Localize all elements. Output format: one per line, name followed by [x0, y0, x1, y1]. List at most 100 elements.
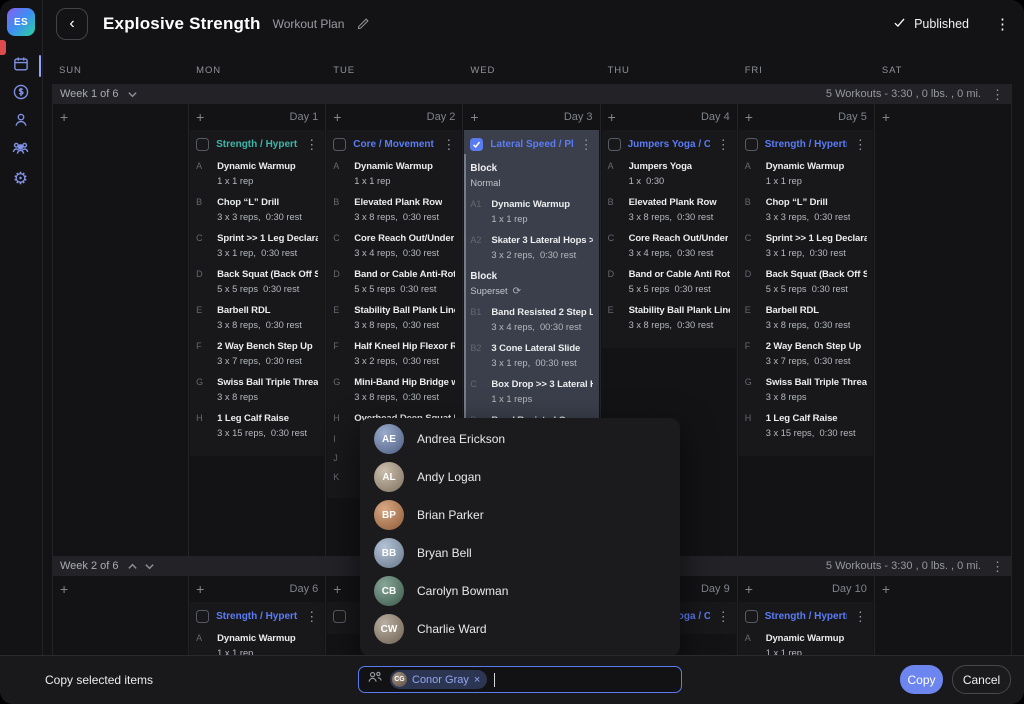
sidebar-item-team[interactable]: [0, 136, 41, 164]
exercise-row[interactable]: D Back Squat (Back Off Set) 5 x 5 reps 0…: [745, 268, 867, 296]
workout-select-checkbox[interactable]: [608, 138, 621, 151]
workout-select-checkbox[interactable]: [196, 610, 209, 623]
exercise-row[interactable]: B Chop “L” Drill 3 x 3 reps, 0:30 rest: [196, 196, 318, 224]
workout-menu-kebab-icon[interactable]: ⋮: [717, 610, 730, 623]
day-label: Day 9: [701, 583, 730, 595]
exercise-row[interactable]: A Dynamic Warmup 1 x 1 rep: [745, 160, 867, 188]
workout-title[interactable]: Strength / Hypertro...: [216, 611, 298, 622]
workout-select-checkbox[interactable]: [333, 138, 346, 151]
exercise-row[interactable]: C Sprint >> 1 Leg Declarations 3 x 1 rep…: [745, 232, 867, 260]
add-workout-plus-icon[interactable]: +: [882, 110, 890, 124]
add-workout-plus-icon[interactable]: +: [333, 110, 341, 124]
add-workout-plus-icon[interactable]: +: [745, 110, 753, 124]
exercise-row[interactable]: A Jumpers Yoga 1 x 0:30: [608, 160, 730, 188]
exercise-row[interactable]: F 2 Way Bench Step Up 3 x 7 reps, 0:30 r…: [196, 340, 318, 368]
back-button[interactable]: ‹: [56, 8, 88, 40]
exercise-row[interactable]: A Dynamic Warmup 1 x 1 rep: [196, 160, 318, 188]
exercise-row[interactable]: E Barbell RDL 3 x 8 reps, 0:30 rest: [196, 304, 318, 332]
day-name-label: SAT: [875, 57, 1012, 76]
athlete-search-input[interactable]: CG Conor Gray ×: [358, 666, 682, 693]
workout-title[interactable]: Jumpers Yoga / Core: [628, 139, 710, 150]
workout-menu-kebab-icon[interactable]: ⋮: [305, 138, 318, 151]
expand-week-chevron-down-icon[interactable]: [127, 90, 138, 99]
exercise-row[interactable]: B2 3 Cone Lateral Slide 3 x 1 rep, 00:30…: [470, 342, 592, 370]
exercise-row[interactable]: B Chop “L” Drill 3 x 3 reps, 0:30 rest: [745, 196, 867, 224]
exercise-row[interactable]: A2 Skater 3 Lateral Hops >> ... 3 x 2 re…: [470, 234, 592, 262]
week-menu-kebab-icon[interactable]: ⋮: [991, 88, 1004, 101]
exercise-row[interactable]: D Band or Cable Anti-Rotati... 5 x 5 rep…: [333, 268, 455, 296]
exercise-detail: 3 x 8 reps, 0:30 rest: [354, 391, 455, 404]
workout-title[interactable]: Strength / Hypertro...: [765, 611, 847, 622]
workout-menu-kebab-icon[interactable]: ⋮: [305, 610, 318, 623]
copy-button[interactable]: Copy: [900, 665, 943, 694]
workout-title[interactable]: Strength / Hypertro...: [765, 139, 847, 150]
workout-select-checkbox[interactable]: [333, 610, 346, 623]
workout-menu-kebab-icon[interactable]: ⋮: [854, 138, 867, 151]
workout-title[interactable]: Lateral Speed / Plyo: [490, 139, 572, 150]
day-column: + Day 6 Strength / Hypertro... ⋮: [189, 576, 326, 656]
exercise-row[interactable]: A1 Dynamic Warmup 1 x 1 rep: [470, 198, 592, 226]
exercise-row[interactable]: E Stability Ball Plank Linear ... 3 x 8 …: [608, 304, 730, 332]
add-workout-plus-icon[interactable]: +: [60, 110, 68, 124]
add-workout-plus-icon[interactable]: +: [196, 582, 204, 596]
collapse-week-chevron-up-icon[interactable]: [127, 562, 138, 571]
exercise-row[interactable]: C Core Reach Out/Under 3 x 4 reps, 0:30 …: [608, 232, 730, 260]
athlete-option[interactable]: CW Charlie Ward: [360, 610, 680, 648]
exercise-row[interactable]: H 1 Leg Calf Raise 3 x 15 reps, 0:30 res…: [745, 412, 867, 440]
week-menu-kebab-icon[interactable]: ⋮: [991, 560, 1004, 573]
exercise-row[interactable]: H 1 Leg Calf Raise 3 x 15 reps, 0:30 res…: [196, 412, 318, 440]
exercise-row[interactable]: G Mini-Band Hip Bridge w/ ... 3 x 8 reps…: [333, 376, 455, 404]
exercise-row[interactable]: D Band or Cable Anti Rotati... 5 x 5 rep…: [608, 268, 730, 296]
athlete-option[interactable]: BB Bryan Bell: [360, 534, 680, 572]
exercise-row[interactable]: F Half Kneel Hip Flexor Rais... 3 x 2 re…: [333, 340, 455, 368]
exercise-row[interactable]: C Box Drop >> 3 Lateral H... 1 x 1 reps: [470, 378, 592, 406]
workout-title[interactable]: Strength / Hypertro...: [216, 139, 298, 150]
add-workout-plus-icon[interactable]: +: [470, 110, 478, 124]
exercise-row[interactable]: B Elevated Plank Row 3 x 8 reps, 0:30 re…: [608, 196, 730, 224]
published-status[interactable]: Published: [893, 16, 969, 32]
sidebar-item-billing[interactable]: [0, 80, 41, 108]
athlete-option[interactable]: BP Brian Parker: [360, 496, 680, 534]
workout-title[interactable]: Core / Movement Q...: [353, 139, 435, 150]
exercise-row[interactable]: G Swiss Ball Triple Threat 3 x 8 reps: [196, 376, 318, 404]
exercise-row[interactable]: A Dynamic Warmup 1 x 1 rep: [196, 632, 318, 656]
sidebar-item-calendar[interactable]: [0, 52, 41, 80]
add-workout-plus-icon[interactable]: +: [196, 110, 204, 124]
workout-select-checkbox[interactable]: [745, 610, 758, 623]
athlete-option[interactable]: AL Andy Logan: [360, 458, 680, 496]
add-workout-plus-icon[interactable]: +: [333, 582, 341, 596]
exercise-row[interactable]: F 2 Way Bench Step Up 3 x 7 reps, 0:30 r…: [745, 340, 867, 368]
edit-title-icon[interactable]: [356, 17, 370, 31]
add-workout-plus-icon[interactable]: +: [608, 110, 616, 124]
workout-select-checkbox[interactable]: [745, 138, 758, 151]
app-logo[interactable]: ES: [7, 8, 35, 36]
athlete-option[interactable]: AE Andrea Erickson: [360, 420, 680, 458]
add-workout-plus-icon[interactable]: +: [882, 582, 890, 596]
exercise-row[interactable]: E Stability Ball Plank Linear ... 3 x 8 …: [333, 304, 455, 332]
exercise-text: Back Squat (Back Off Set) 5 x 5 reps 0:3…: [766, 268, 867, 296]
exercise-row[interactable]: A Dynamic Warmup 1 x 1 rep: [745, 632, 867, 656]
remove-chip-close-icon[interactable]: ×: [474, 674, 480, 686]
expand-week-chevron-down-icon[interactable]: [144, 562, 155, 571]
exercise-row[interactable]: B1 Band Resisted 2 Step Late... 3 x 4 re…: [470, 306, 592, 334]
workout-select-checkbox[interactable]: [470, 138, 483, 151]
exercise-row[interactable]: C Sprint >> 1 Leg Declarations 3 x 1 rep…: [196, 232, 318, 260]
exercise-row[interactable]: E Barbell RDL 3 x 8 reps, 0:30 rest: [745, 304, 867, 332]
exercise-row[interactable]: A Dynamic Warmup 1 x 1 rep: [333, 160, 455, 188]
add-workout-plus-icon[interactable]: +: [745, 582, 753, 596]
workout-menu-kebab-icon[interactable]: ⋮: [442, 138, 455, 151]
exercise-row[interactable]: G Swiss Ball Triple Threat 3 x 8 reps: [745, 376, 867, 404]
workout-menu-kebab-icon[interactable]: ⋮: [580, 138, 593, 151]
exercise-row[interactable]: D Back Squat (Back Off Set) 5 x 5 reps 0…: [196, 268, 318, 296]
cancel-button[interactable]: Cancel: [952, 665, 1011, 694]
workout-menu-kebab-icon[interactable]: ⋮: [717, 138, 730, 151]
workout-menu-kebab-icon[interactable]: ⋮: [854, 610, 867, 623]
sidebar-item-settings[interactable]: ⚙: [0, 164, 41, 192]
sidebar-item-athlete[interactable]: [0, 108, 41, 136]
exercise-row[interactable]: B Elevated Plank Row 3 x 8 reps, 0:30 re…: [333, 196, 455, 224]
athlete-option[interactable]: CB Carolyn Bowman: [360, 572, 680, 610]
exercise-row[interactable]: C Core Reach Out/Under 3 x 4 reps, 0:30 …: [333, 232, 455, 260]
plan-menu-kebab-icon[interactable]: ⋮: [995, 17, 1010, 32]
workout-select-checkbox[interactable]: [196, 138, 209, 151]
add-workout-plus-icon[interactable]: +: [60, 582, 68, 596]
